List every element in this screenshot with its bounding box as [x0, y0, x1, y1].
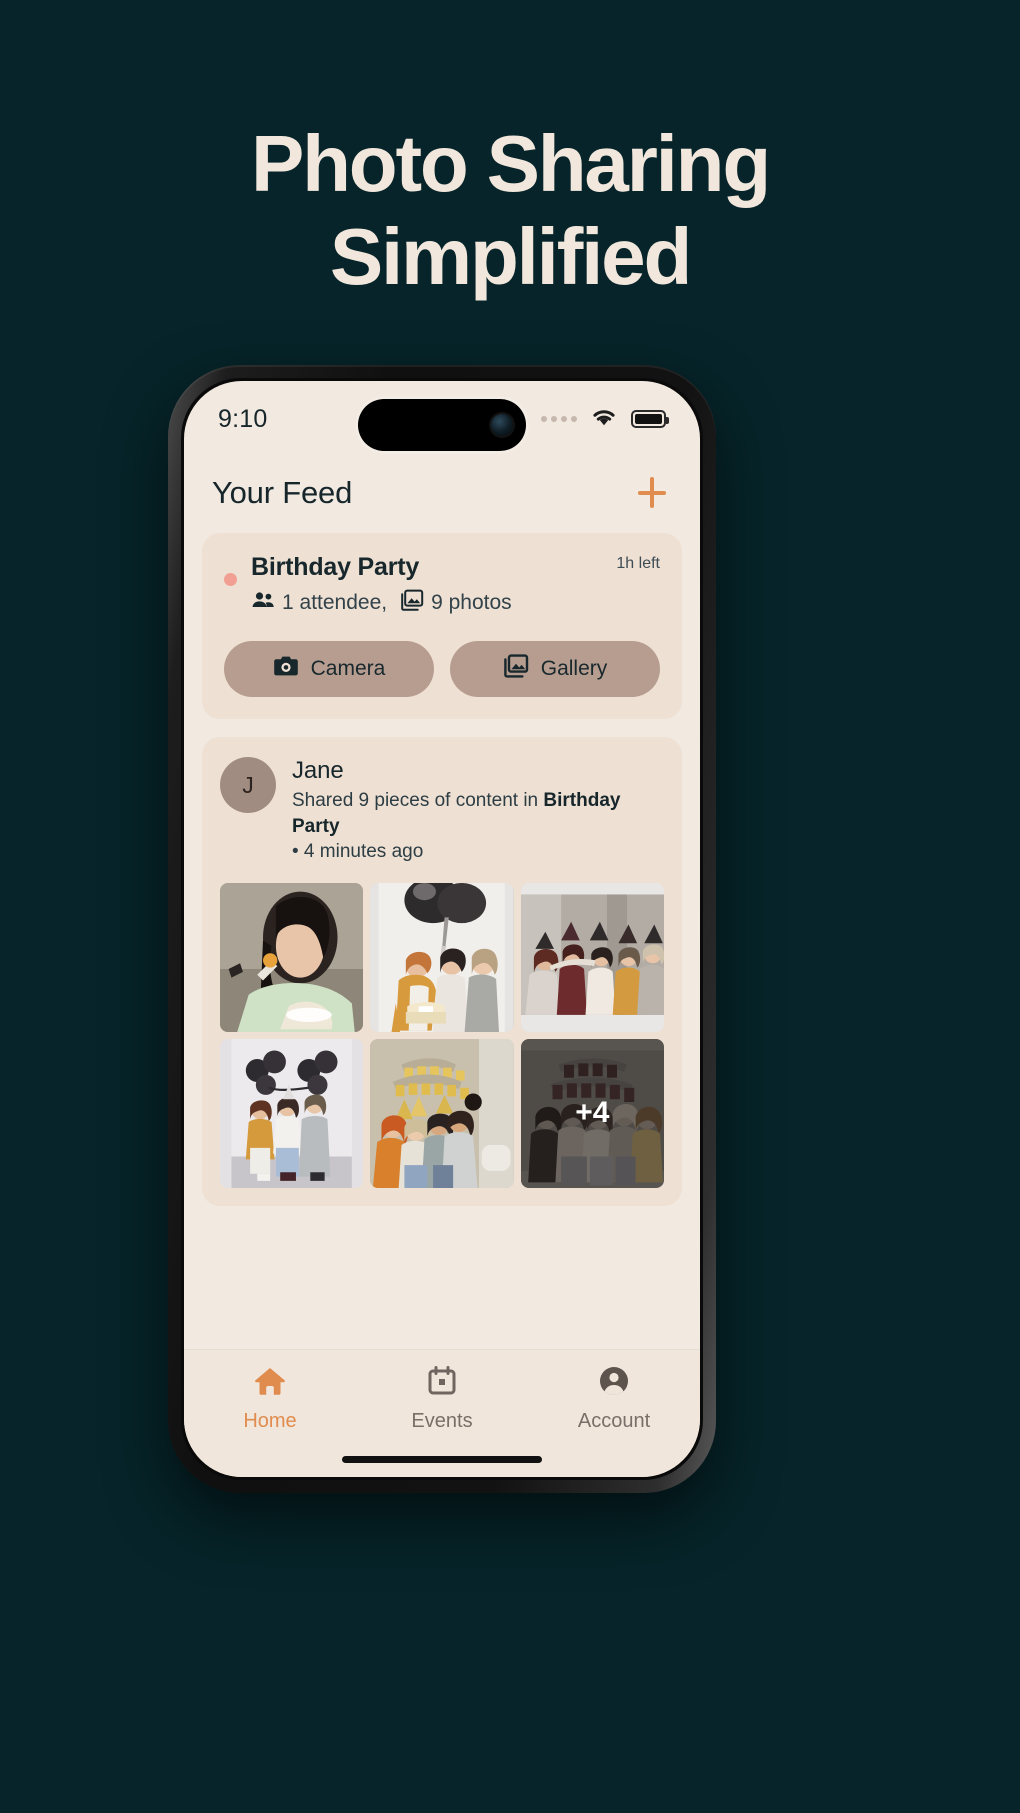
- photo-grid: +4: [220, 882, 664, 1189]
- account-icon: [599, 1366, 629, 1401]
- nav-tab-home[interactable]: Home: [195, 1366, 345, 1433]
- photo-thumbnail[interactable]: [520, 882, 664, 1032]
- photo-thumbnail[interactable]: [220, 1038, 364, 1189]
- gallery-button-label: Gallery: [540, 657, 608, 680]
- calendar-icon: [427, 1366, 457, 1401]
- photo-thumbnail[interactable]: [370, 882, 514, 1032]
- signal-dots-icon: [541, 416, 577, 422]
- headline-line-1: Photo Sharing: [250, 119, 771, 208]
- front-camera-icon: [491, 414, 513, 436]
- event-time-left: 1h left: [616, 555, 660, 572]
- people-icon: [251, 590, 275, 616]
- status-indicators: [541, 407, 669, 432]
- camera-icon: [273, 655, 299, 683]
- battery-icon: [631, 410, 669, 428]
- photo-thumbnail[interactable]: +4: [520, 1038, 664, 1189]
- post-header: J Jane Shared 9 pieces of content in Bir…: [220, 757, 664, 865]
- event-card[interactable]: Birthday Party 1 attendee, 9 photos 1h l…: [202, 533, 682, 719]
- home-indicator[interactable]: [342, 1456, 542, 1463]
- phone-bezel: 9:10 Your Feed Birthday Party 1 attendee…: [181, 378, 703, 1480]
- post-summary: Shared 9 pieces of content in Birthday P…: [292, 788, 664, 865]
- photo-stack-icon: [400, 589, 424, 617]
- event-card-header: Birthday Party 1 attendee, 9 photos 1h l…: [224, 553, 660, 617]
- nav-tab-events[interactable]: Events: [367, 1366, 517, 1433]
- phone-screen: 9:10 Your Feed Birthday Party 1 attendee…: [184, 381, 700, 1477]
- home-icon: [253, 1366, 287, 1401]
- feed-title: Your Feed: [212, 475, 353, 510]
- dynamic-island: [358, 399, 526, 451]
- photo-count: 9 photos: [431, 591, 512, 614]
- page-title: Photo Sharing Simplified: [0, 118, 1020, 304]
- post-text: Jane Shared 9 pieces of content in Birth…: [292, 757, 664, 865]
- event-name: Birthday Party: [251, 553, 420, 581]
- headline-line-2: Simplified: [329, 211, 692, 301]
- photo-thumbnail[interactable]: [220, 882, 364, 1032]
- camera-button-label: Camera: [310, 657, 386, 680]
- gallery-button[interactable]: Gallery: [450, 641, 660, 697]
- wifi-icon: [590, 407, 618, 432]
- nav-tab-home-label: Home: [243, 1410, 297, 1432]
- status-bar: 9:10: [184, 381, 700, 457]
- status-time: 9:10: [218, 404, 268, 433]
- feed-post[interactable]: J Jane Shared 9 pieces of content in Bir…: [202, 737, 682, 1207]
- promo-screenshot: Photo Sharing Simplified 9:10 Your Feed …: [0, 0, 1020, 1813]
- gallery-icon: [503, 654, 529, 684]
- post-summary-time: • 4 minutes ago: [292, 841, 424, 863]
- plus-icon[interactable]: [632, 473, 672, 513]
- phone-mockup: 9:10 Your Feed Birthday Party 1 attendee…: [168, 365, 716, 1493]
- event-details: Birthday Party 1 attendee, 9 photos: [251, 553, 616, 617]
- app-header: Your Feed: [184, 457, 700, 525]
- more-photos-overlay[interactable]: +4: [520, 1038, 664, 1189]
- nav-tab-account-label: Account: [577, 1410, 651, 1432]
- photo-thumbnail[interactable]: [370, 1038, 514, 1189]
- post-username: Jane: [292, 757, 344, 784]
- nav-tab-events-label: Events: [411, 1410, 473, 1432]
- bottom-nav: Home Events Account: [184, 1349, 700, 1477]
- nav-tab-account[interactable]: Account: [539, 1366, 689, 1433]
- event-meta: 1 attendee, 9 photos: [251, 589, 616, 617]
- avatar: J: [220, 757, 276, 813]
- event-actions: Camera Gallery: [224, 641, 660, 697]
- live-dot-icon: [224, 573, 237, 586]
- attendee-count: 1 attendee,: [282, 591, 388, 614]
- post-summary-prefix: Shared 9 pieces of content in: [292, 790, 544, 811]
- camera-button[interactable]: Camera: [224, 641, 434, 697]
